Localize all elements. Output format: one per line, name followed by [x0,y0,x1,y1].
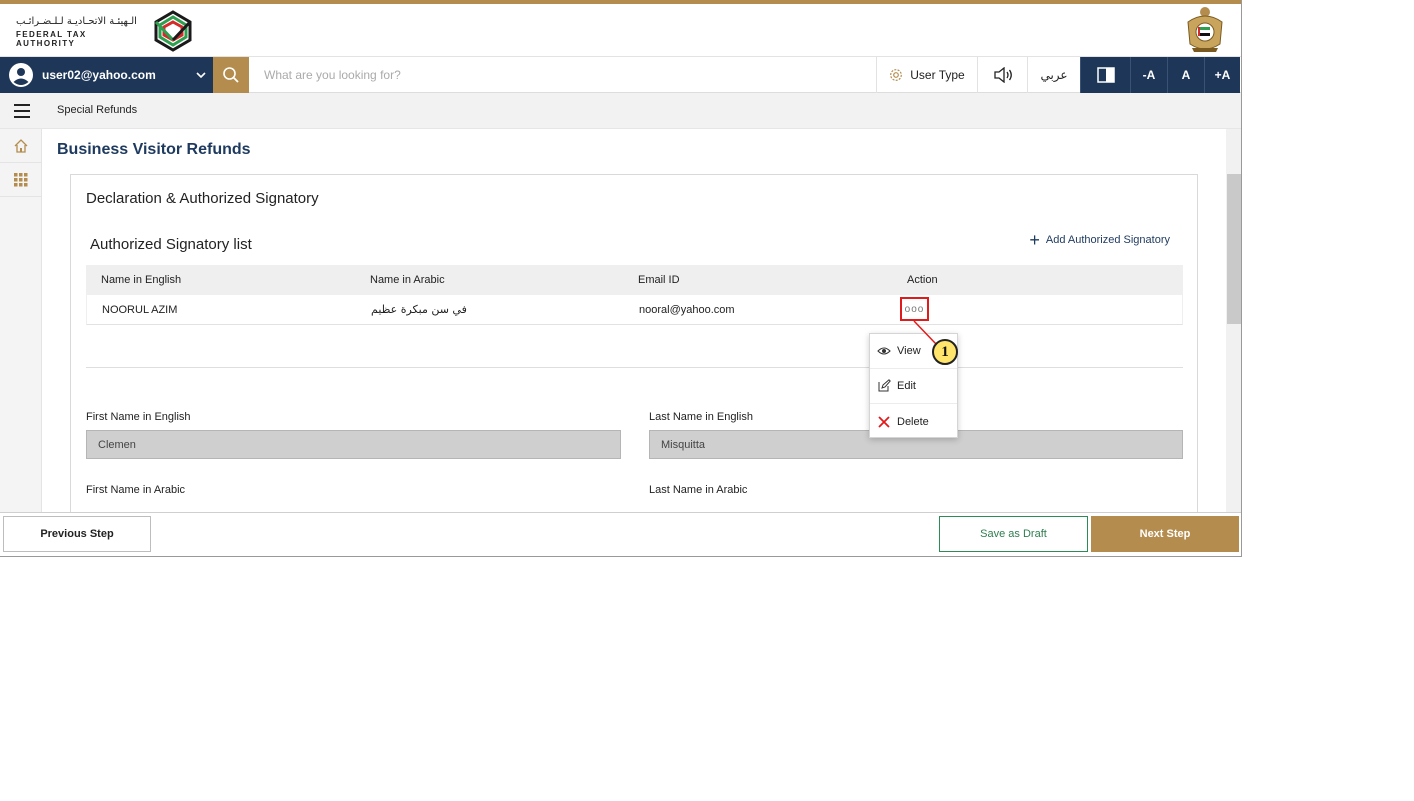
gear-icon [890,69,903,81]
header-name-english: Name in English [101,274,182,286]
home-icon [14,138,27,153]
search-button[interactable] [213,57,249,93]
grid-icon [13,172,27,186]
section-divider [86,367,1183,368]
font-increase-button[interactable]: +A [1204,57,1240,93]
font-normal-button[interactable]: A [1167,57,1204,93]
callout-badge: 1 [932,339,958,365]
last-name-arabic-label: Last Name in Arabic [649,484,748,496]
first-name-arabic-label: First Name in Arabic [86,484,186,496]
user-account-menu[interactable]: user02@yahoo.com [0,57,213,93]
cell-email: nooral@yahoo.com [639,303,735,316]
contrast-icon [1096,67,1115,83]
eye-icon [877,344,891,358]
top-toolbar: user02@yahoo.com User Type [0,57,1241,93]
plus-icon: + [1029,230,1040,250]
breadcrumb-current[interactable]: Special Refunds [57,104,137,116]
app-window: الـهيئـة الاتحـاديـة لـلـضـرائـب FEDERAL… [0,0,1242,557]
scrollbar-thumb[interactable] [1227,174,1241,324]
logo-english-text: FEDERAL TAX AUTHORITY [16,30,87,48]
previous-step-button[interactable]: Previous Step [3,516,151,552]
header-action: Action [907,274,938,286]
contrast-toggle[interactable] [1080,57,1130,93]
cell-name-english: NOORUL AZIM [102,303,178,316]
next-step-button[interactable]: Next Step [1091,516,1239,552]
row-action-menu-button[interactable]: ooo [900,297,929,321]
signatory-list-title: Authorized Signatory list [90,236,252,253]
menu-item-edit[interactable]: Edit [870,369,957,404]
user-type-label: User Type [910,68,965,82]
last-name-english-label: Last Name in English [649,411,753,423]
hamburger-menu-icon[interactable] [14,104,30,118]
footer-actions: Previous Step Save as Draft Next Step [0,512,1241,556]
user-email-label: user02@yahoo.com [42,68,156,82]
menu-item-view-label: View [897,345,921,357]
search-input[interactable] [252,60,872,90]
audio-button[interactable] [977,57,1027,93]
header-email: Email ID [638,274,680,286]
page-title: Business Visitor Refunds [57,141,251,158]
section-title: Declaration & Authorized Signatory [86,190,319,207]
breadcrumb: Special Refunds [0,93,1241,129]
chevron-down-icon [196,72,206,79]
fta-logo-icon[interactable] [150,8,196,54]
declaration-card: Declaration & Authorized Signatory Autho… [70,174,1198,512]
save-as-draft-button[interactable]: Save as Draft [939,516,1088,552]
menu-item-edit-label: Edit [897,380,916,392]
user-type-button[interactable]: User Type [876,57,977,93]
main-content: Business Visitor Refunds Declaration & A… [42,129,1226,512]
logo-arabic-text: الـهيئـة الاتحـاديـة لـلـضـرائـب [16,16,137,27]
menu-item-delete-label: Delete [897,415,929,428]
header-name-arabic: Name in Arabic [370,274,445,286]
home-nav-button[interactable] [0,129,41,163]
site-header: الـهيئـة الاتحـاديـة لـلـضـرائـب FEDERAL… [0,4,1241,57]
side-rail [0,129,42,512]
signatory-table: Name in English Name in Arabic Email ID … [86,265,1183,325]
close-icon [877,415,891,429]
add-authorized-signatory-link[interactable]: + Add Authorized Signatory [1029,230,1170,250]
table-header: Name in English Name in Arabic Email ID … [86,265,1183,295]
first-name-english-field[interactable]: Clemen [86,430,621,459]
menu-item-delete[interactable]: Delete [870,404,957,439]
cell-name-arabic: في سن مبكرة عظيم [371,303,467,316]
add-signatory-label: Add Authorized Signatory [1045,234,1170,246]
user-avatar-icon [9,63,33,87]
apps-nav-button[interactable] [0,163,41,197]
font-decrease-button[interactable]: -A [1130,57,1167,93]
uae-emblem-icon [1187,7,1223,52]
speaker-icon [993,67,1012,83]
table-row: NOORUL AZIM في سن مبكرة عظيم nooral@yaho… [86,295,1183,325]
first-name-english-label: First Name in English [86,411,191,423]
search-icon [223,67,239,83]
edit-icon [877,379,891,393]
language-toggle[interactable]: عربي [1027,57,1080,93]
fta-logo-text[interactable]: الـهيئـة الاتحـاديـة لـلـضـرائـب FEDERAL… [16,16,146,48]
